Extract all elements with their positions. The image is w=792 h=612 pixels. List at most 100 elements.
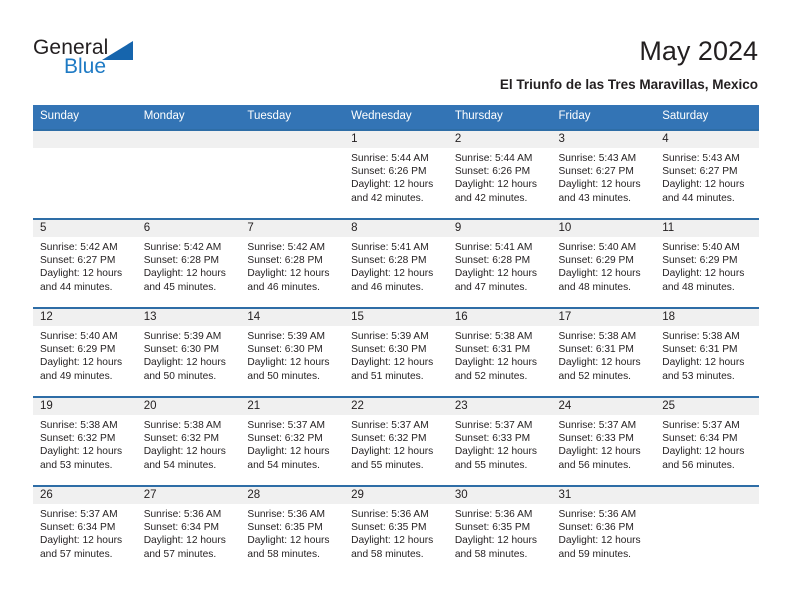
day-details: Sunrise: 5:42 AM Sunset: 6:27 PM Daylight:… bbox=[33, 237, 137, 294]
calendar-day-cell[interactable]: 6 Sunrise: 5:42 AM Sunset: 6:28 PM Daylight… bbox=[136, 218, 241, 308]
daylight-text-line1: Daylight: 12 hours bbox=[558, 357, 641, 369]
calendar-day-cell[interactable]: 2 Sunrise: 5:44 AM Sunset: 6:26 PM Daylight… bbox=[447, 129, 552, 219]
page-header: General Blue May 2024 El Triunfo de las … bbox=[0, 0, 792, 100]
calendar-day-cell[interactable]: 15 Sunrise: 5:39 AM Sunset: 6:30 PM Dayligh… bbox=[344, 307, 448, 397]
calendar-day-cell[interactable]: 9 Sunrise: 5:41 AM Sunset: 6:28 PM Daylight… bbox=[447, 218, 552, 308]
sunset-text: Sunset: 6:35 PM bbox=[454, 522, 531, 534]
calendar-day-cell[interactable]: 18 Sunrise: 5:38 AM Sunset: 6:31 PM Dayligh… bbox=[655, 307, 759, 397]
day-number: 10 bbox=[551, 220, 656, 237]
sunset-text: Sunset: 6:28 PM bbox=[351, 255, 427, 267]
calendar-week-row: 12 Sunrise: 5:40 AM Sunset: 6:29 PM Dayligh… bbox=[33, 307, 759, 397]
daylight-text-line2: and 59 minutes. bbox=[558, 548, 632, 560]
day-details: Sunrise: 5:37 AM Sunset: 6:33 PM Daylight:… bbox=[448, 415, 552, 472]
calendar-day-cell[interactable]: 24 Sunrise: 5:37 AM Sunset: 6:33 PM Dayligh… bbox=[551, 396, 656, 486]
calendar-day-cell[interactable]: 4 Sunrise: 5:43 AM Sunset: 6:27 PM Daylight… bbox=[655, 129, 759, 219]
day-details: Sunrise: 5:36 AM Sunset: 6:36 PM Daylight:… bbox=[552, 504, 656, 561]
day-details: Sunrise: 5:38 AM Sunset: 6:32 PM Daylight:… bbox=[137, 415, 241, 472]
day-details: Sunrise: 5:42 AM Sunset: 6:28 PM Daylight:… bbox=[240, 237, 344, 294]
day-details: Sunrise: 5:42 AM Sunset: 6:28 PM Daylight:… bbox=[137, 237, 241, 294]
calendar-table: Sunday Monday Tuesday Wednesday Thursday Frid… bbox=[33, 105, 759, 575]
daylight-text-line1: Daylight: 12 hours bbox=[247, 446, 330, 458]
sunrise-text: Sunrise: 5:38 AM bbox=[558, 331, 637, 342]
calendar-day-cell[interactable]: 12 Sunrise: 5:40 AM Sunset: 6:29 PM Dayligh… bbox=[33, 307, 137, 397]
sunrise-text: Sunrise: 5:37 AM bbox=[662, 420, 740, 431]
calendar-day-cell[interactable]: 21 Sunrise: 5:37 AM Sunset: 6:32 PM Dayligh… bbox=[240, 396, 345, 486]
day-number bbox=[136, 131, 241, 148]
daylight-text-line2: and 56 minutes. bbox=[662, 459, 735, 471]
sunset-text: Sunset: 6:34 PM bbox=[662, 433, 738, 445]
day-number: 7 bbox=[240, 220, 345, 237]
daylight-text-line2: and 48 minutes. bbox=[662, 281, 735, 293]
calendar-day-cell-empty bbox=[655, 485, 759, 575]
calendar-day-cell[interactable]: 23 Sunrise: 5:37 AM Sunset: 6:33 PM Dayligh… bbox=[447, 396, 552, 486]
calendar-day-cell[interactable]: 11 Sunrise: 5:40 AM Sunset: 6:29 PM Dayligh… bbox=[655, 218, 759, 308]
day-number: 26 bbox=[33, 487, 137, 504]
sunset-text: Sunset: 6:29 PM bbox=[662, 255, 738, 267]
calendar-day-cell[interactable]: 14 Sunrise: 5:39 AM Sunset: 6:30 PM Dayligh… bbox=[240, 307, 345, 397]
daylight-text-line2: and 57 minutes. bbox=[40, 548, 113, 560]
day-details: Sunrise: 5:37 AM Sunset: 6:33 PM Daylight:… bbox=[552, 415, 656, 472]
calendar-day-cell[interactable]: 30 Sunrise: 5:36 AM Sunset: 6:35 PM Dayligh… bbox=[447, 485, 552, 575]
day-number: 3 bbox=[551, 131, 656, 148]
day-number: 28 bbox=[240, 487, 345, 504]
sunset-text: Sunset: 6:28 PM bbox=[143, 255, 220, 267]
sunset-text: Sunset: 6:27 PM bbox=[662, 166, 738, 178]
calendar-day-cell[interactable]: 8 Sunrise: 5:41 AM Sunset: 6:28 PM Daylight… bbox=[344, 218, 448, 308]
calendar-day-cell[interactable]: 10 Sunrise: 5:40 AM Sunset: 6:29 PM Dayligh… bbox=[551, 218, 656, 308]
day-details: Sunrise: 5:44 AM Sunset: 6:26 PM Daylight:… bbox=[344, 148, 448, 205]
general-blue-logo[interactable]: General Blue bbox=[33, 36, 183, 84]
daylight-text-line2: and 54 minutes. bbox=[247, 459, 320, 471]
day-number: 2 bbox=[447, 131, 552, 148]
calendar-day-cell[interactable]: 29 Sunrise: 5:36 AM Sunset: 6:35 PM Dayligh… bbox=[344, 485, 448, 575]
weekday-header-saturday: Saturday bbox=[655, 105, 759, 130]
daylight-text-line2: and 51 minutes. bbox=[351, 370, 424, 382]
sunset-text: Sunset: 6:34 PM bbox=[143, 522, 220, 534]
daylight-text-line2: and 44 minutes. bbox=[662, 192, 735, 204]
daylight-text-line1: Daylight: 12 hours bbox=[351, 357, 434, 369]
sunrise-text: Sunrise: 5:43 AM bbox=[558, 153, 637, 164]
calendar-day-cell[interactable]: 7 Sunrise: 5:42 AM Sunset: 6:28 PM Daylight… bbox=[240, 218, 345, 308]
calendar-day-cell[interactable]: 27 Sunrise: 5:36 AM Sunset: 6:34 PM Dayligh… bbox=[136, 485, 241, 575]
calendar-day-cell[interactable]: 3 Sunrise: 5:43 AM Sunset: 6:27 PM Daylight… bbox=[551, 129, 656, 219]
daylight-text-line2: and 56 minutes. bbox=[558, 459, 632, 471]
calendar-day-cell[interactable]: 25 Sunrise: 5:37 AM Sunset: 6:34 PM Dayligh… bbox=[655, 396, 759, 486]
calendar-day-cell[interactable]: 26 Sunrise: 5:37 AM Sunset: 6:34 PM Dayligh… bbox=[33, 485, 137, 575]
day-number: 5 bbox=[33, 220, 137, 237]
calendar-day-cell[interactable]: 5 Sunrise: 5:42 AM Sunset: 6:27 PM Daylight… bbox=[33, 218, 137, 308]
daylight-text-line1: Daylight: 12 hours bbox=[662, 268, 745, 280]
daylight-text-line2: and 42 minutes. bbox=[351, 192, 424, 204]
sunrise-text: Sunrise: 5:42 AM bbox=[143, 242, 222, 253]
calendar-day-cell[interactable]: 13 Sunrise: 5:39 AM Sunset: 6:30 PM Dayligh… bbox=[136, 307, 241, 397]
calendar-day-cell[interactable]: 22 Sunrise: 5:37 AM Sunset: 6:32 PM Dayligh… bbox=[344, 396, 448, 486]
day-number: 29 bbox=[344, 487, 448, 504]
daylight-text-line2: and 54 minutes. bbox=[143, 459, 217, 471]
calendar-day-cell[interactable]: 20 Sunrise: 5:38 AM Sunset: 6:32 PM Dayligh… bbox=[136, 396, 241, 486]
day-number: 13 bbox=[136, 309, 241, 326]
weekday-header-thursday: Thursday bbox=[447, 105, 552, 130]
day-details: Sunrise: 5:40 AM Sunset: 6:29 PM Daylight:… bbox=[552, 237, 656, 294]
sunrise-text: Sunrise: 5:44 AM bbox=[351, 153, 429, 164]
day-number: 30 bbox=[447, 487, 552, 504]
day-details: Sunrise: 5:36 AM Sunset: 6:34 PM Daylight:… bbox=[137, 504, 241, 561]
sunset-text: Sunset: 6:28 PM bbox=[454, 255, 531, 267]
calendar-day-cell[interactable]: 19 Sunrise: 5:38 AM Sunset: 6:32 PM Dayligh… bbox=[33, 396, 137, 486]
sunrise-text: Sunrise: 5:43 AM bbox=[662, 153, 740, 164]
sunrise-text: Sunrise: 5:40 AM bbox=[662, 242, 740, 253]
daylight-text-line2: and 50 minutes. bbox=[143, 370, 217, 382]
sunset-text: Sunset: 6:31 PM bbox=[662, 344, 738, 356]
calendar-day-cell[interactable]: 28 Sunrise: 5:36 AM Sunset: 6:35 PM Dayligh… bbox=[240, 485, 345, 575]
calendar-day-cell-empty bbox=[136, 129, 241, 219]
daylight-text-line1: Daylight: 12 hours bbox=[40, 268, 123, 280]
calendar-day-cell[interactable]: 1 Sunrise: 5:44 AM Sunset: 6:26 PM Daylight… bbox=[344, 129, 448, 219]
calendar-day-cell[interactable]: 31 Sunrise: 5:36 AM Sunset: 6:36 PM Dayligh… bbox=[551, 485, 656, 575]
daylight-text-line2: and 50 minutes. bbox=[247, 370, 320, 382]
sunrise-text: Sunrise: 5:40 AM bbox=[40, 331, 118, 342]
calendar-day-cell[interactable]: 16 Sunrise: 5:38 AM Sunset: 6:31 PM Dayligh… bbox=[447, 307, 552, 397]
sunset-text: Sunset: 6:32 PM bbox=[351, 433, 427, 445]
calendar-day-cell[interactable]: 17 Sunrise: 5:38 AM Sunset: 6:31 PM Dayligh… bbox=[551, 307, 656, 397]
sunrise-text: Sunrise: 5:36 AM bbox=[247, 509, 325, 520]
sunrise-text: Sunrise: 5:37 AM bbox=[454, 420, 533, 431]
daylight-text-line2: and 44 minutes. bbox=[40, 281, 113, 293]
sunrise-text: Sunrise: 5:38 AM bbox=[662, 331, 740, 342]
sunset-text: Sunset: 6:29 PM bbox=[40, 344, 116, 356]
